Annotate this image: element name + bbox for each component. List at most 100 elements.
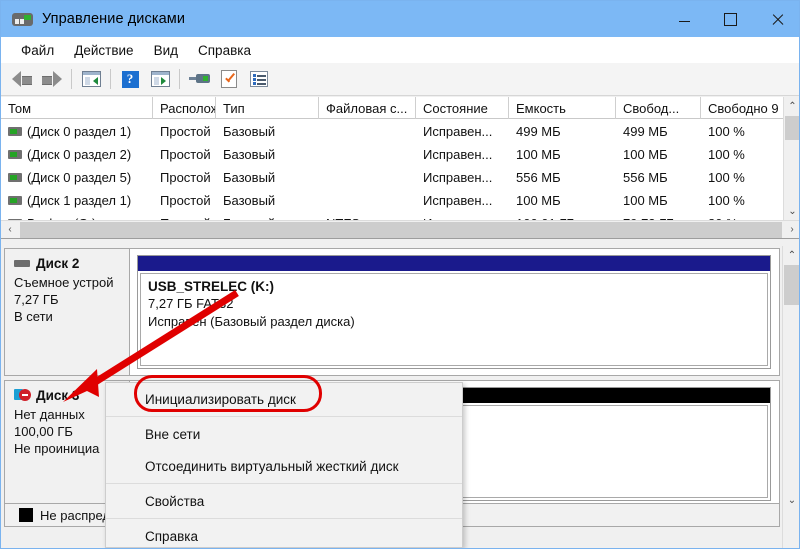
scroll-up-icon[interactable]: ⌃	[784, 97, 799, 115]
cell-filesystem	[319, 120, 416, 143]
cell-type: Базовый	[223, 170, 276, 185]
context-menu-item-help[interactable]: Справка	[106, 520, 462, 548]
table-row[interactable]: Backup (G:) Простой Базовый NTFS Исправе…	[1, 212, 783, 220]
help-icon: ?	[121, 70, 139, 88]
volume-list-pane: Том Располож... Тип Файловая с... Состоя…	[1, 97, 799, 238]
volume-list-vertical-scrollbar[interactable]: ⌃ ⌄	[783, 97, 799, 220]
volume-icon	[8, 173, 22, 182]
column-header-volume[interactable]: Том	[1, 97, 153, 119]
table-row[interactable]: (Диск 0 раздел 5) Простой Базовый Исправ…	[1, 166, 783, 189]
partition-status: Исправен (Базовый раздел диска)	[148, 314, 355, 329]
context-menu-item-detach-vhd[interactable]: Отсоединить виртуальный жесткий диск	[106, 450, 462, 482]
cell-type: Базовый	[216, 212, 319, 220]
cell-status: Исправен...	[416, 212, 509, 220]
window-title: Управление дисками	[42, 11, 186, 27]
cell-layout: Простой	[153, 212, 216, 220]
disk-2-name: Диск 2	[36, 256, 80, 271]
rescan-disks-icon	[188, 72, 210, 87]
maximize-button[interactable]	[707, 1, 753, 37]
cell-filesystem	[319, 143, 416, 166]
cell-free: 499 МБ	[623, 124, 668, 139]
cell-type: Базовый	[223, 147, 276, 162]
context-menu-separator	[106, 416, 462, 417]
graphic-pane-scrollbar[interactable]: ⌃ ⌄	[782, 246, 799, 548]
cell-free-pct: 100 %	[708, 193, 745, 208]
context-menu-item-initialize-disk[interactable]: Инициализировать диск	[106, 383, 462, 415]
scrollbar-thumb[interactable]	[785, 116, 799, 140]
partition-name: USB_STRELEC (K:)	[148, 279, 275, 294]
cell-free: 79.73 ГБ	[616, 212, 701, 220]
cell-volume: (Диск 0 раздел 5)	[1, 166, 153, 189]
back-button[interactable]	[8, 66, 36, 92]
menu-view[interactable]: Вид	[145, 41, 187, 60]
rescan-disks-button[interactable]	[185, 66, 213, 92]
column-header-free-percent[interactable]: Свободно 9	[701, 97, 783, 119]
scrollbar-thumb[interactable]	[784, 265, 799, 305]
forward-button[interactable]	[38, 66, 66, 92]
cell-type: Базовый	[223, 193, 276, 208]
context-menu-item-offline[interactable]: Вне сети	[106, 418, 462, 450]
scroll-right-icon[interactable]: ›	[783, 224, 799, 235]
disk-2-state: В сети	[14, 309, 53, 324]
column-header-capacity[interactable]: Емкость	[509, 97, 616, 119]
show-console-tree-icon	[81, 71, 101, 87]
scroll-left-icon[interactable]: ‹	[1, 224, 19, 235]
column-header-filesystem[interactable]: Файловая с...	[319, 97, 416, 119]
cell-volume-label: (Диск 0 раздел 2)	[27, 147, 132, 162]
cell-type: Базовый	[223, 124, 276, 139]
column-header-status[interactable]: Состояние	[416, 97, 509, 119]
context-menu-item-properties[interactable]: Свойства	[106, 485, 462, 517]
cell-capacity: 100 МБ	[516, 193, 561, 208]
cell-free-pct: 100 %	[708, 124, 745, 139]
cell-status: Исправен...	[423, 170, 493, 185]
window-controls	[661, 1, 799, 37]
menu-action[interactable]: Действие	[65, 41, 142, 60]
cell-filesystem	[319, 189, 416, 212]
minimize-button[interactable]	[661, 1, 707, 37]
forward-arrow-icon	[42, 70, 62, 88]
table-row[interactable]: (Диск 1 раздел 1) Простой Базовый Исправ…	[1, 189, 783, 212]
context-menu-separator	[106, 483, 462, 484]
close-button[interactable]	[753, 1, 799, 37]
disk-2-body: USB_STRELEC (K:) 7,27 ГБ FAT32 Исправен …	[130, 249, 779, 375]
show-console-tree-button[interactable]	[77, 66, 105, 92]
toolbar: ?	[1, 63, 799, 96]
list-view-button[interactable]	[245, 66, 273, 92]
scroll-up-icon[interactable]: ⌃	[783, 246, 799, 264]
partition-capacity-bar	[138, 256, 770, 271]
properties-button[interactable]	[215, 66, 243, 92]
unallocated-swatch-icon	[19, 508, 33, 522]
cell-capacity: 556 МБ	[516, 170, 561, 185]
cell-free-pct: 100 %	[708, 147, 745, 162]
cell-layout: Простой	[160, 170, 211, 185]
scrollbar-thumb[interactable]	[20, 221, 782, 238]
cell-filesystem: NTFS	[319, 212, 416, 220]
cell-volume-label: (Диск 1 раздел 1)	[27, 193, 132, 208]
show-action-pane-button[interactable]	[146, 66, 174, 92]
table-row[interactable]: (Диск 0 раздел 1) Простой Базовый Исправ…	[1, 120, 783, 143]
disk-error-icon	[14, 388, 31, 403]
toolbar-separator	[71, 69, 72, 89]
column-header-free[interactable]: Свобод...	[616, 97, 701, 119]
menu-file[interactable]: Файл	[12, 41, 63, 60]
table-row[interactable]: (Диск 0 раздел 2) Простой Базовый Исправ…	[1, 143, 783, 166]
column-header-type[interactable]: Тип	[216, 97, 319, 119]
menu-bar: Файл Действие Вид Справка	[1, 37, 799, 63]
cell-status: Исправен...	[423, 193, 493, 208]
cell-volume: (Диск 0 раздел 1)	[1, 120, 153, 143]
disk-2-info: Диск 2 Съемное устрой 7,27 ГБ В сети	[5, 249, 130, 375]
cell-layout: Простой	[160, 193, 211, 208]
partition-usb-strelec[interactable]: USB_STRELEC (K:) 7,27 ГБ FAT32 Исправен …	[137, 255, 771, 369]
column-header-layout[interactable]: Располож...	[153, 97, 216, 119]
toolbar-separator	[110, 69, 111, 89]
volume-list-horizontal-scrollbar[interactable]: ‹ ›	[1, 220, 799, 238]
help-button[interactable]: ?	[116, 66, 144, 92]
scroll-down-icon[interactable]: ⌄	[783, 491, 799, 509]
disk-panel-2[interactable]: Диск 2 Съемное устрой 7,27 ГБ В сети USB…	[4, 248, 780, 376]
disk-context-menu: Инициализировать диск Вне сети Отсоедини…	[105, 382, 463, 548]
scroll-down-icon[interactable]: ⌄	[784, 202, 799, 220]
menu-help[interactable]: Справка	[189, 41, 260, 60]
cell-capacity: 100.01 ГБ	[509, 212, 616, 220]
cell-volume: (Диск 1 раздел 1)	[1, 189, 153, 212]
cell-filesystem	[319, 166, 416, 189]
